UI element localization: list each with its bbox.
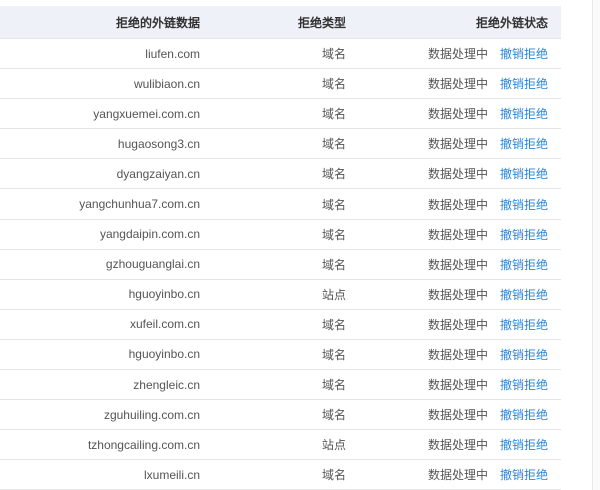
status-text: 数据处理中 xyxy=(427,438,488,453)
status-cell: 数据处理中 撤销拒绝 xyxy=(346,346,561,363)
revoke-reject-link[interactable]: 撤销拒绝 xyxy=(500,196,548,213)
status-text: 数据处理中 xyxy=(427,107,488,122)
status-cell: 数据处理中 撤销拒绝 xyxy=(346,75,561,92)
status-cell: 数据处理中 撤销拒绝 xyxy=(346,316,561,333)
type-cell: 域名 xyxy=(321,227,346,242)
domain-cell: hguoyinbo.cn xyxy=(128,347,200,362)
type-cell: 站点 xyxy=(321,287,346,302)
domain-cell: zhengleic.cn xyxy=(133,377,200,392)
status-text: 数据处理中 xyxy=(427,408,488,423)
table-row: dyangzaiyan.cn 域名 数据处理中 撤销拒绝 xyxy=(0,159,561,190)
table-row: lxumeili.cn 域名 数据处理中 撤销拒绝 xyxy=(0,460,561,490)
type-cell: 域名 xyxy=(321,107,346,122)
status-text: 数据处理中 xyxy=(427,287,488,302)
status-text: 数据处理中 xyxy=(427,227,488,242)
status-text: 数据处理中 xyxy=(427,167,488,182)
table-row: hguoyinbo.cn 站点 数据处理中 撤销拒绝 xyxy=(0,280,561,310)
revoke-reject-link[interactable]: 撤销拒绝 xyxy=(500,376,548,393)
status-cell: 数据处理中 撤销拒绝 xyxy=(346,165,561,182)
rejected-links-table: 拒绝的外链数据 拒绝类型 拒绝外链状态 liufen.com 域名 数据处理中 撤销拒… xyxy=(0,6,561,490)
revoke-reject-link[interactable]: 撤销拒绝 xyxy=(500,316,548,333)
status-cell: 数据处理中 撤销拒绝 xyxy=(346,376,561,393)
domain-cell: zguhuiling.com.cn xyxy=(103,407,200,422)
status-cell: 数据处理中 撤销拒绝 xyxy=(346,466,561,483)
status-cell: 数据处理中 撤销拒绝 xyxy=(346,286,561,303)
revoke-reject-link[interactable]: 撤销拒绝 xyxy=(500,75,548,92)
status-cell: 数据处理中 撤销拒绝 xyxy=(346,135,561,152)
status-cell: 数据处理中 撤销拒绝 xyxy=(346,105,561,122)
status-text: 数据处理中 xyxy=(427,47,488,62)
status-text: 数据处理中 xyxy=(427,317,488,332)
revoke-reject-link[interactable]: 撤销拒绝 xyxy=(500,406,548,423)
status-text: 数据处理中 xyxy=(427,197,488,212)
table-body: liufen.com 域名 数据处理中 撤销拒绝 wulibiaon.cn 域名 数据处理中… xyxy=(0,39,561,490)
scrollbar[interactable] xyxy=(592,0,600,490)
revoke-reject-link[interactable]: 撤销拒绝 xyxy=(500,45,548,62)
domain-cell: wulibiaon.cn xyxy=(133,76,200,91)
type-cell: 域名 xyxy=(321,137,346,152)
table-row: gzhouguanglai.cn 域名 数据处理中 撤销拒绝 xyxy=(0,250,561,280)
table-row: wulibiaon.cn 域名 数据处理中 撤销拒绝 xyxy=(0,69,561,100)
revoke-reject-link[interactable]: 撤销拒绝 xyxy=(500,165,548,182)
status-text: 数据处理中 xyxy=(427,77,488,92)
table-row: yangxuemei.com.cn 域名 数据处理中 撤销拒绝 xyxy=(0,99,561,130)
revoke-reject-link[interactable]: 撤销拒绝 xyxy=(500,105,548,122)
status-text: 数据处理中 xyxy=(427,347,488,362)
header-reject-type: 拒绝类型 xyxy=(297,15,346,30)
domain-cell: tzhongcailing.com.cn xyxy=(87,437,200,452)
revoke-reject-link[interactable]: 撤销拒绝 xyxy=(500,466,548,483)
revoke-reject-link[interactable]: 撤销拒绝 xyxy=(500,346,548,363)
domain-cell: yangdaipin.com.cn xyxy=(99,227,200,242)
type-cell: 域名 xyxy=(321,317,346,332)
table-row: liufen.com 域名 数据处理中 撤销拒绝 xyxy=(0,39,561,70)
revoke-reject-link[interactable]: 撤销拒绝 xyxy=(500,135,548,152)
domain-cell: yangxuemei.com.cn xyxy=(93,106,200,121)
table-row: yangchunhua7.com.cn 域名 数据处理中 撤销拒绝 xyxy=(0,189,561,220)
table-row: yangdaipin.com.cn 域名 数据处理中 撤销拒绝 xyxy=(0,220,561,250)
status-text: 数据处理中 xyxy=(427,468,488,483)
revoke-reject-link[interactable]: 撤销拒绝 xyxy=(500,256,548,273)
type-cell: 域名 xyxy=(321,347,346,362)
domain-cell: lxumeili.cn xyxy=(143,467,200,482)
type-cell: 域名 xyxy=(321,167,346,182)
table-header: 拒绝的外链数据 拒绝类型 拒绝外链状态 xyxy=(0,6,561,39)
domain-cell: dyangzaiyan.cn xyxy=(116,166,200,181)
table-row: hguoyinbo.cn 域名 数据处理中 撤销拒绝 xyxy=(0,340,561,371)
domain-cell: gzhouguanglai.cn xyxy=(105,257,200,272)
status-cell: 数据处理中 撤销拒绝 xyxy=(346,226,561,243)
status-text: 数据处理中 xyxy=(427,378,488,393)
status-cell: 数据处理中 撤销拒绝 xyxy=(346,196,561,213)
table-row: zhengleic.cn 域名 数据处理中 撤销拒绝 xyxy=(0,370,561,401)
type-cell: 域名 xyxy=(321,77,346,92)
type-cell: 站点 xyxy=(321,438,346,453)
table-row: xufeil.com.cn 域名 数据处理中 撤销拒绝 xyxy=(0,310,561,340)
type-cell: 域名 xyxy=(321,47,346,62)
domain-cell: liufen.com xyxy=(145,46,200,61)
revoke-reject-link[interactable]: 撤销拒绝 xyxy=(500,226,548,243)
status-cell: 数据处理中 撤销拒绝 xyxy=(346,45,561,62)
type-cell: 域名 xyxy=(321,197,346,212)
type-cell: 域名 xyxy=(321,468,346,483)
status-cell: 数据处理中 撤销拒绝 xyxy=(346,436,561,453)
type-cell: 域名 xyxy=(321,378,346,393)
status-cell: 数据处理中 撤销拒绝 xyxy=(346,406,561,423)
header-rejected-link-data: 拒绝的外链数据 xyxy=(115,15,200,30)
domain-cell: yangchunhua7.com.cn xyxy=(79,197,200,212)
table-row: zguhuiling.com.cn 域名 数据处理中 撤销拒绝 xyxy=(0,400,561,431)
table-row: hugaosong3.cn 域名 数据处理中 撤销拒绝 xyxy=(0,129,561,160)
status-text: 数据处理中 xyxy=(427,137,488,152)
header-reject-status: 拒绝外链状态 xyxy=(475,15,548,30)
status-cell: 数据处理中 撤销拒绝 xyxy=(346,256,561,273)
status-text: 数据处理中 xyxy=(427,257,488,272)
type-cell: 域名 xyxy=(321,408,346,423)
table-row: tzhongcailing.com.cn 站点 数据处理中 撤销拒绝 xyxy=(0,430,561,461)
revoke-reject-link[interactable]: 撤销拒绝 xyxy=(500,286,548,303)
domain-cell: hguoyinbo.cn xyxy=(128,287,200,302)
type-cell: 域名 xyxy=(321,257,346,272)
revoke-reject-link[interactable]: 撤销拒绝 xyxy=(500,436,548,453)
domain-cell: xufeil.com.cn xyxy=(129,317,200,332)
domain-cell: hugaosong3.cn xyxy=(117,136,200,151)
